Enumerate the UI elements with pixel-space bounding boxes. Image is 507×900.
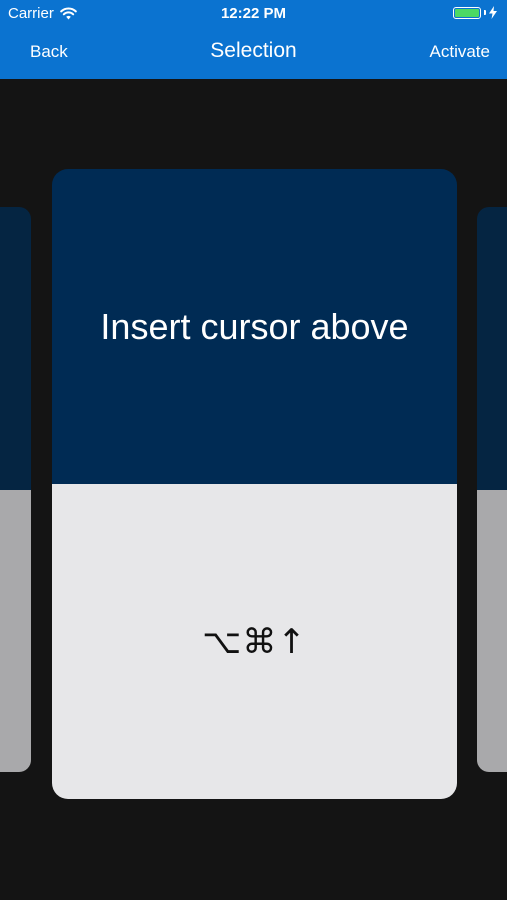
keyboard-shortcut: ⌥⌘↑ bbox=[202, 622, 307, 662]
shortcut-card[interactable]: Insert cursor above ⌥⌘↑ bbox=[52, 169, 457, 799]
battery-icon bbox=[453, 6, 497, 19]
card-title-area: Insert cursor above bbox=[52, 169, 457, 484]
card-shortcut-area: ⌥⌘↑ bbox=[52, 484, 457, 799]
battery-fill bbox=[455, 8, 479, 17]
top-bar: Carrier 12:22 PM Back Selection Activate bbox=[0, 0, 507, 79]
card-title: Insert cursor above bbox=[100, 306, 409, 347]
next-card-peek[interactable] bbox=[477, 207, 507, 772]
previous-card-peek[interactable] bbox=[0, 207, 31, 772]
charging-bolt-icon bbox=[489, 6, 497, 19]
selection-screen: Carrier 12:22 PM Back Selection Activate… bbox=[0, 0, 507, 900]
status-bar: Carrier 12:22 PM bbox=[0, 0, 507, 28]
status-time: 12:22 PM bbox=[220, 5, 287, 22]
navigation-bar: Back Selection Activate bbox=[0, 28, 507, 79]
activate-button[interactable]: Activate bbox=[430, 42, 490, 62]
